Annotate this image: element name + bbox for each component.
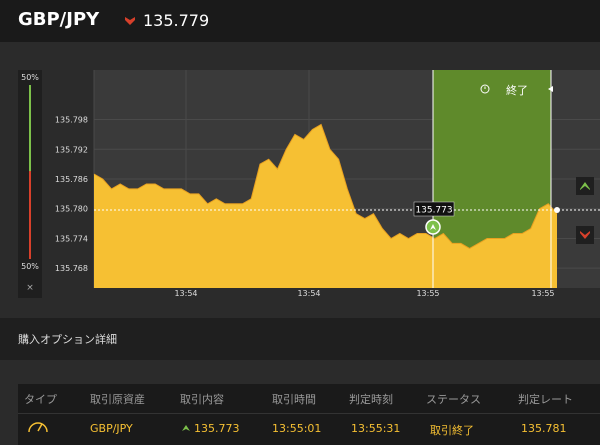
y-tick-label: 135.780: [55, 205, 88, 214]
x-tick-label: 13:54: [174, 289, 197, 296]
x-tick-label: 13:55: [531, 289, 554, 296]
header-trade-time: 取引時間: [272, 393, 316, 406]
chevron-up-icon: [580, 182, 590, 190]
cell-asset: GBP/JPY: [90, 422, 133, 435]
sentiment-gauge: 50% 50% ×: [18, 70, 42, 298]
y-tick-label: 135.798: [55, 116, 88, 125]
end-label: 終了: [506, 83, 528, 97]
chevron-down-icon: [580, 231, 590, 239]
current-price-dot: [554, 207, 560, 213]
side-button-down[interactable]: [576, 226, 594, 244]
price-chart[interactable]: 135.798 135.792 135.786 135.780 135.774 135.7…: [48, 64, 600, 296]
header-asset: 取引原資産: [90, 393, 145, 406]
x-tick-label: 13:55: [416, 289, 439, 296]
y-tick-label: 135.768: [55, 264, 88, 273]
option-details-header: 購入オプション詳細: [0, 318, 600, 360]
cell-judge-time: 13:55:31: [351, 422, 401, 435]
cell-trade-time: 13:55:01: [272, 422, 322, 435]
gauge-icon: [28, 422, 48, 433]
y-tick-label: 135.774: [55, 234, 88, 243]
down-arrow-icon: [125, 17, 135, 25]
currency-pair: GBP/JPY: [18, 9, 100, 30]
cell-rate: 135.781: [521, 422, 567, 435]
gauge-top-label: 50%: [21, 73, 39, 82]
header-judge-time: 判定時刻: [349, 393, 393, 406]
header-status: ステータス: [426, 393, 481, 406]
y-tick-label: 135.786: [55, 175, 88, 184]
table-divider: [18, 413, 600, 414]
gauge-up-bar: [29, 85, 31, 171]
header-bar: GBP/JPY 135.779: [0, 0, 600, 42]
side-button-up[interactable]: [576, 177, 594, 195]
section-title: 購入オプション詳細: [18, 333, 117, 346]
header-rate: 判定レート: [518, 393, 573, 406]
up-arrow-icon: [182, 425, 190, 431]
x-tick-label: 13:54: [297, 289, 320, 296]
y-tick-label: 135.792: [55, 145, 88, 154]
current-price: 135.779: [143, 11, 210, 30]
header-type: タイプ: [24, 393, 57, 406]
gauge-bottom-label: 50%: [21, 262, 39, 271]
entry-label: 135.773: [415, 206, 452, 216]
close-icon[interactable]: ×: [18, 278, 42, 298]
cell-content: 135.773: [194, 422, 240, 435]
gauge-down-bar: [29, 171, 31, 259]
options-table: タイプ 取引原資産 取引内容 取引時間 判定時刻 ステータス 判定レート GBP…: [18, 384, 600, 445]
header-content: 取引内容: [180, 393, 224, 406]
cell-status: 取引終了: [430, 424, 474, 437]
